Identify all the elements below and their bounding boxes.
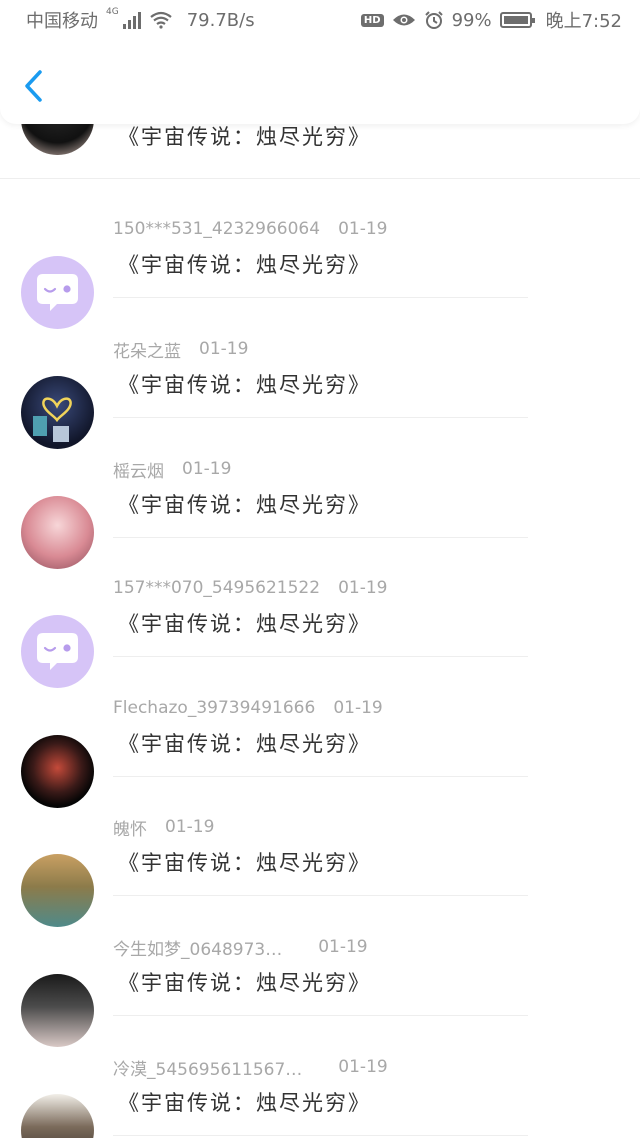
- wifi-icon: [150, 11, 172, 29]
- comment-meta: 157***070_5495621522 01-19: [113, 576, 387, 600]
- comment-meta: 榣云烟 01-19: [113, 457, 232, 482]
- user-name[interactable]: 157***070_5495621522: [113, 578, 320, 598]
- comment-meta: 花朵之蓝 01-19: [113, 337, 249, 362]
- battery-icon: [499, 12, 535, 28]
- battery-percent: 99%: [451, 9, 492, 31]
- comment-date: 01-19: [165, 817, 215, 837]
- comment-text: 《宇宙传说：烛尽光穷》: [118, 612, 371, 636]
- list-item[interactable]: 榣云烟 01-19 《宇宙传说：烛尽光穷》: [0, 439, 640, 569]
- back-button[interactable]: [18, 66, 52, 106]
- divider: [113, 776, 528, 777]
- user-name[interactable]: 冷漠_545695611567…: [113, 1055, 302, 1080]
- status-right: HD 99% 晚上7:52: [360, 7, 622, 33]
- signal-icon: [122, 11, 141, 29]
- comment-text: 《宇宙传说：烛尽光穷》: [118, 851, 371, 875]
- list-item[interactable]: 今生如梦_0648973… 01-19 《宇宙传说：烛尽光穷》: [0, 917, 640, 1047]
- comment-date: 01-19: [333, 698, 383, 718]
- comment-date: 01-19: [338, 578, 388, 598]
- comment-text: 《宇宙传说：烛尽光穷》: [118, 373, 371, 397]
- comment-meta: 冷漠_545695611567… 01-19: [113, 1055, 388, 1080]
- list-item[interactable]: 魄怀 01-19 《宇宙传说：烛尽光穷》: [0, 797, 640, 927]
- user-name[interactable]: 今生如梦_0648973…: [113, 935, 282, 960]
- screen: 中国移动 4G 79.7B/s HD 99% 晚上7:52 《宇宙传说：烛尽光穷…: [0, 0, 640, 1138]
- user-name[interactable]: 花朵之蓝: [113, 337, 181, 362]
- comment-date: 01-19: [199, 339, 249, 359]
- user-name[interactable]: Flechazo_39739491666: [113, 698, 315, 718]
- user-name[interactable]: 150***531_4232966064: [113, 219, 320, 239]
- list-item[interactable]: 冷漠_545695611567… 01-19 《宇宙传说：烛尽光穷》: [0, 1037, 640, 1138]
- comment-text: 《宇宙传说：烛尽光穷》: [118, 971, 371, 995]
- comment-text: 《宇宙传说：烛尽光穷》: [118, 253, 371, 277]
- user-name[interactable]: 魄怀: [113, 815, 147, 840]
- status-left: 中国移动 4G 79.7B/s: [26, 7, 255, 33]
- network-type: 4G: [106, 7, 119, 17]
- list-item[interactable]: 花朵之蓝 01-19 《宇宙传说：烛尽光穷》: [0, 319, 640, 449]
- comment-text: 《宇宙传说：烛尽光穷》: [118, 1091, 371, 1115]
- comment-text: 《宇宙传说：烛尽光穷》: [118, 493, 371, 517]
- comment-meta: 150***531_4232966064 01-19: [113, 217, 387, 241]
- comment-date: 01-19: [318, 937, 368, 957]
- divider: [113, 1135, 528, 1136]
- comment-text: 《宇宙传说：烛尽光穷》: [118, 125, 371, 149]
- comment-meta: Flechazo_39739491666 01-19: [113, 696, 383, 720]
- comment-meta: 魄怀 01-19: [113, 815, 215, 840]
- list-item[interactable]: 157***070_5495621522 01-19 《宇宙传说：烛尽光穷》: [0, 558, 640, 688]
- comment-meta: 今生如梦_0648973… 01-19: [113, 935, 368, 960]
- divider: [113, 656, 528, 657]
- user-name[interactable]: 榣云烟: [113, 457, 164, 482]
- divider: [113, 297, 528, 298]
- clock: 晚上7:52: [545, 11, 622, 32]
- hd-badge: HD: [360, 13, 384, 27]
- comment-date: 01-19: [338, 1057, 388, 1077]
- divider: [113, 1015, 528, 1016]
- divider: [113, 537, 528, 538]
- divider: [113, 895, 528, 896]
- status-bar: 中国移动 4G 79.7B/s HD 99% 晚上7:52: [0, 0, 640, 40]
- list-item[interactable]: Flechazo_39739491666 01-19 《宇宙传说：烛尽光穷》: [0, 678, 640, 808]
- network-speed: 79.7B/s: [186, 9, 255, 31]
- list-item[interactable]: 150***531_4232966064 01-19 《宇宙传说：烛尽光穷》: [0, 199, 640, 329]
- comment-date: 01-19: [182, 459, 232, 479]
- top-app-bar: [0, 40, 640, 124]
- chevron-left-icon: [25, 70, 42, 102]
- alarm-icon: [424, 11, 443, 29]
- avatar[interactable]: [21, 1094, 94, 1138]
- comment-text: 《宇宙传说：烛尽光穷》: [118, 732, 371, 756]
- divider: [113, 417, 528, 418]
- divider: [0, 178, 640, 179]
- carrier-label: 中国移动: [26, 11, 98, 32]
- eye-icon: [392, 14, 415, 26]
- comment-date: 01-19: [338, 219, 388, 239]
